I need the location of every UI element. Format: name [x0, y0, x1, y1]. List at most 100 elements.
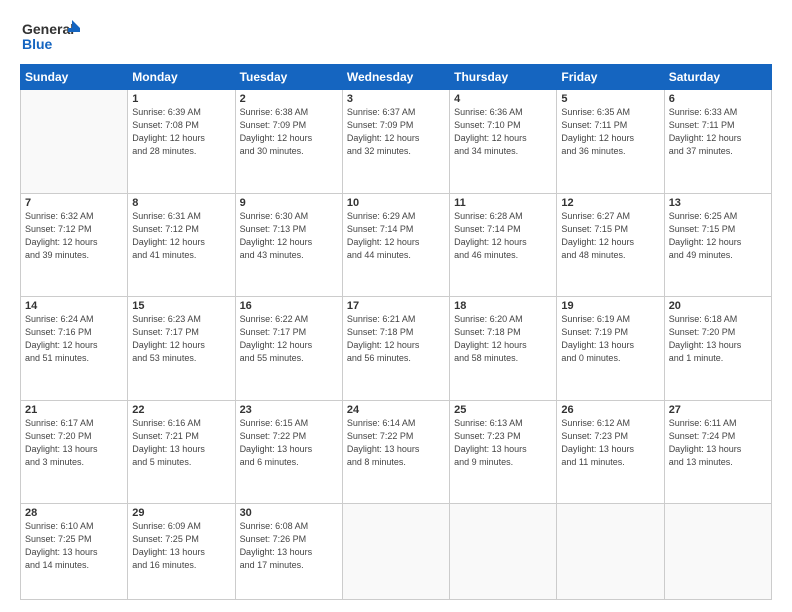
- calendar-day: 20Sunrise: 6:18 AMSunset: 7:20 PMDayligh…: [664, 297, 771, 401]
- day-info: Sunrise: 6:37 AMSunset: 7:09 PMDaylight:…: [347, 106, 445, 158]
- day-info: Sunrise: 6:16 AMSunset: 7:21 PMDaylight:…: [132, 417, 230, 469]
- day-info: Sunrise: 6:11 AMSunset: 7:24 PMDaylight:…: [669, 417, 767, 469]
- svg-text:General: General: [22, 21, 74, 37]
- day-number: 19: [561, 300, 659, 312]
- weekday-header-thursday: Thursday: [450, 65, 557, 90]
- day-number: 17: [347, 300, 445, 312]
- calendar-day: 18Sunrise: 6:20 AMSunset: 7:18 PMDayligh…: [450, 297, 557, 401]
- day-info: Sunrise: 6:24 AMSunset: 7:16 PMDaylight:…: [25, 313, 123, 365]
- day-info: Sunrise: 6:14 AMSunset: 7:22 PMDaylight:…: [347, 417, 445, 469]
- day-number: 22: [132, 404, 230, 416]
- week-row-2: 7Sunrise: 6:32 AMSunset: 7:12 PMDaylight…: [21, 193, 772, 297]
- calendar-day: 4Sunrise: 6:36 AMSunset: 7:10 PMDaylight…: [450, 90, 557, 194]
- day-info: Sunrise: 6:19 AMSunset: 7:19 PMDaylight:…: [561, 313, 659, 365]
- day-number: 15: [132, 300, 230, 312]
- calendar-day: 23Sunrise: 6:15 AMSunset: 7:22 PMDayligh…: [235, 400, 342, 504]
- day-number: 20: [669, 300, 767, 312]
- day-info: Sunrise: 6:17 AMSunset: 7:20 PMDaylight:…: [25, 417, 123, 469]
- calendar-day: 1Sunrise: 6:39 AMSunset: 7:08 PMDaylight…: [128, 90, 235, 194]
- calendar-day: 9Sunrise: 6:30 AMSunset: 7:13 PMDaylight…: [235, 193, 342, 297]
- day-info: Sunrise: 6:36 AMSunset: 7:10 PMDaylight:…: [454, 106, 552, 158]
- calendar-day: 24Sunrise: 6:14 AMSunset: 7:22 PMDayligh…: [342, 400, 449, 504]
- day-info: Sunrise: 6:27 AMSunset: 7:15 PMDaylight:…: [561, 210, 659, 262]
- day-number: 25: [454, 404, 552, 416]
- calendar-day: [21, 90, 128, 194]
- weekday-header-tuesday: Tuesday: [235, 65, 342, 90]
- day-number: 24: [347, 404, 445, 416]
- day-number: 4: [454, 93, 552, 105]
- calendar-day: 3Sunrise: 6:37 AMSunset: 7:09 PMDaylight…: [342, 90, 449, 194]
- day-number: 9: [240, 197, 338, 209]
- day-info: Sunrise: 6:33 AMSunset: 7:11 PMDaylight:…: [669, 106, 767, 158]
- calendar-day: 26Sunrise: 6:12 AMSunset: 7:23 PMDayligh…: [557, 400, 664, 504]
- day-info: Sunrise: 6:09 AMSunset: 7:25 PMDaylight:…: [132, 520, 230, 572]
- day-number: 11: [454, 197, 552, 209]
- day-info: Sunrise: 6:29 AMSunset: 7:14 PMDaylight:…: [347, 210, 445, 262]
- weekday-header-saturday: Saturday: [664, 65, 771, 90]
- day-info: Sunrise: 6:21 AMSunset: 7:18 PMDaylight:…: [347, 313, 445, 365]
- day-number: 8: [132, 197, 230, 209]
- weekday-header-friday: Friday: [557, 65, 664, 90]
- calendar-day: 22Sunrise: 6:16 AMSunset: 7:21 PMDayligh…: [128, 400, 235, 504]
- day-info: Sunrise: 6:10 AMSunset: 7:25 PMDaylight:…: [25, 520, 123, 572]
- day-number: 12: [561, 197, 659, 209]
- day-number: 1: [132, 93, 230, 105]
- calendar-day: 12Sunrise: 6:27 AMSunset: 7:15 PMDayligh…: [557, 193, 664, 297]
- calendar-day: 25Sunrise: 6:13 AMSunset: 7:23 PMDayligh…: [450, 400, 557, 504]
- day-number: 5: [561, 93, 659, 105]
- day-info: Sunrise: 6:39 AMSunset: 7:08 PMDaylight:…: [132, 106, 230, 158]
- calendar-day: 30Sunrise: 6:08 AMSunset: 7:26 PMDayligh…: [235, 504, 342, 600]
- day-number: 10: [347, 197, 445, 209]
- day-info: Sunrise: 6:35 AMSunset: 7:11 PMDaylight:…: [561, 106, 659, 158]
- calendar-day: 21Sunrise: 6:17 AMSunset: 7:20 PMDayligh…: [21, 400, 128, 504]
- calendar-day: 6Sunrise: 6:33 AMSunset: 7:11 PMDaylight…: [664, 90, 771, 194]
- calendar-day: 8Sunrise: 6:31 AMSunset: 7:12 PMDaylight…: [128, 193, 235, 297]
- calendar-day: [557, 504, 664, 600]
- day-number: 3: [347, 93, 445, 105]
- weekday-header-sunday: Sunday: [21, 65, 128, 90]
- calendar-day: 5Sunrise: 6:35 AMSunset: 7:11 PMDaylight…: [557, 90, 664, 194]
- calendar-day: [450, 504, 557, 600]
- day-number: 23: [240, 404, 338, 416]
- day-number: 7: [25, 197, 123, 209]
- calendar-day: [342, 504, 449, 600]
- weekday-header-row: SundayMondayTuesdayWednesdayThursdayFrid…: [21, 65, 772, 90]
- day-info: Sunrise: 6:20 AMSunset: 7:18 PMDaylight:…: [454, 313, 552, 365]
- day-info: Sunrise: 6:23 AMSunset: 7:17 PMDaylight:…: [132, 313, 230, 365]
- day-info: Sunrise: 6:28 AMSunset: 7:14 PMDaylight:…: [454, 210, 552, 262]
- day-info: Sunrise: 6:30 AMSunset: 7:13 PMDaylight:…: [240, 210, 338, 262]
- calendar-day: 19Sunrise: 6:19 AMSunset: 7:19 PMDayligh…: [557, 297, 664, 401]
- day-number: 16: [240, 300, 338, 312]
- calendar-day: 17Sunrise: 6:21 AMSunset: 7:18 PMDayligh…: [342, 297, 449, 401]
- calendar-day: 13Sunrise: 6:25 AMSunset: 7:15 PMDayligh…: [664, 193, 771, 297]
- day-number: 29: [132, 507, 230, 519]
- day-number: 6: [669, 93, 767, 105]
- day-info: Sunrise: 6:31 AMSunset: 7:12 PMDaylight:…: [132, 210, 230, 262]
- day-number: 14: [25, 300, 123, 312]
- day-number: 2: [240, 93, 338, 105]
- day-info: Sunrise: 6:18 AMSunset: 7:20 PMDaylight:…: [669, 313, 767, 365]
- day-info: Sunrise: 6:32 AMSunset: 7:12 PMDaylight:…: [25, 210, 123, 262]
- calendar-day: 28Sunrise: 6:10 AMSunset: 7:25 PMDayligh…: [21, 504, 128, 600]
- day-info: Sunrise: 6:08 AMSunset: 7:26 PMDaylight:…: [240, 520, 338, 572]
- calendar-day: 14Sunrise: 6:24 AMSunset: 7:16 PMDayligh…: [21, 297, 128, 401]
- logo-svg: GeneralBlue: [20, 18, 80, 54]
- day-number: 26: [561, 404, 659, 416]
- day-number: 21: [25, 404, 123, 416]
- week-row-4: 21Sunrise: 6:17 AMSunset: 7:20 PMDayligh…: [21, 400, 772, 504]
- calendar-day: [664, 504, 771, 600]
- week-row-3: 14Sunrise: 6:24 AMSunset: 7:16 PMDayligh…: [21, 297, 772, 401]
- day-info: Sunrise: 6:12 AMSunset: 7:23 PMDaylight:…: [561, 417, 659, 469]
- calendar-day: 10Sunrise: 6:29 AMSunset: 7:14 PMDayligh…: [342, 193, 449, 297]
- calendar-day: 27Sunrise: 6:11 AMSunset: 7:24 PMDayligh…: [664, 400, 771, 504]
- weekday-header-wednesday: Wednesday: [342, 65, 449, 90]
- day-info: Sunrise: 6:15 AMSunset: 7:22 PMDaylight:…: [240, 417, 338, 469]
- day-number: 27: [669, 404, 767, 416]
- page-header: GeneralBlue: [20, 18, 772, 54]
- day-info: Sunrise: 6:25 AMSunset: 7:15 PMDaylight:…: [669, 210, 767, 262]
- calendar-day: 15Sunrise: 6:23 AMSunset: 7:17 PMDayligh…: [128, 297, 235, 401]
- calendar-day: 7Sunrise: 6:32 AMSunset: 7:12 PMDaylight…: [21, 193, 128, 297]
- day-number: 18: [454, 300, 552, 312]
- day-number: 28: [25, 507, 123, 519]
- calendar-day: 16Sunrise: 6:22 AMSunset: 7:17 PMDayligh…: [235, 297, 342, 401]
